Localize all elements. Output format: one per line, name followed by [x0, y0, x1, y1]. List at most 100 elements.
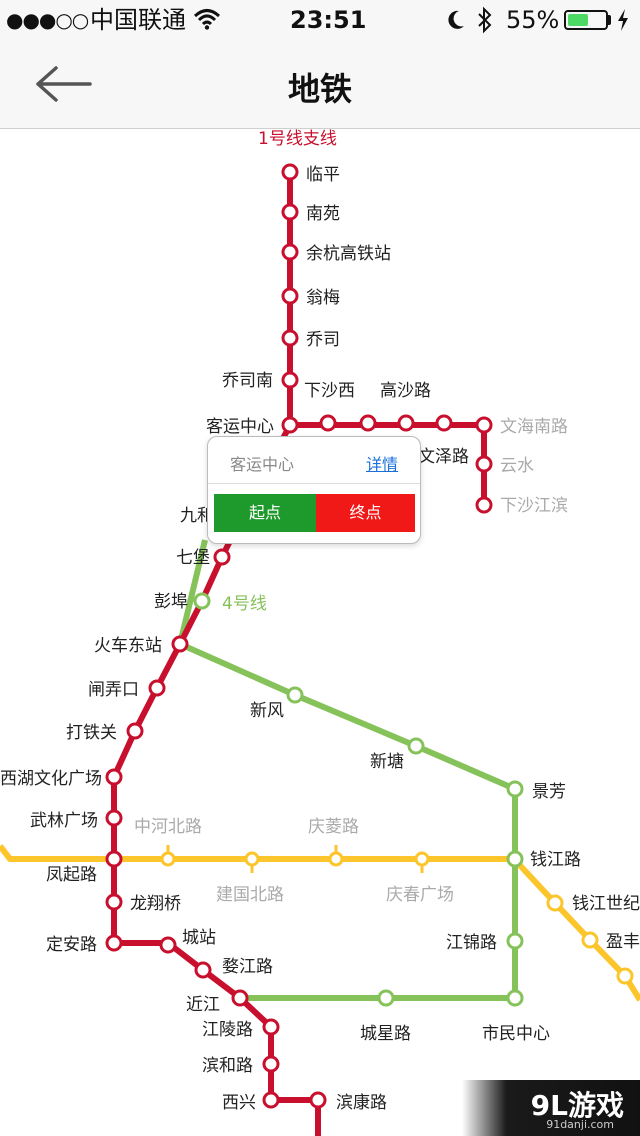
station-marker-dinganlu[interactable]: [105, 934, 123, 952]
station-marker-zhonghe-north[interactable]: [160, 845, 176, 867]
station-marker-gaosha[interactable]: [397, 414, 415, 432]
station-label-jiangjinlu: 江锦路: [446, 933, 497, 953]
watermark: 9L游戏 91danji.com: [462, 1080, 640, 1136]
station-label-qianjianglu: 钱江路: [530, 850, 581, 870]
station-label-binhelu: 滨和路: [202, 1056, 253, 1076]
popup-station-name: 客运中心: [230, 455, 295, 474]
popup-divider: [208, 483, 420, 484]
station-marker-qibao[interactable]: [213, 548, 231, 566]
station-marker-qiaosi[interactable]: [281, 329, 299, 347]
station-popup: 客运中心 详情 起点 终点: [207, 436, 421, 544]
station-marker-xiasha-west[interactable]: [319, 414, 337, 432]
station-marker-pengbu[interactable]: [193, 592, 211, 610]
station-marker-zhanongkou[interactable]: [148, 679, 166, 697]
station-marker-qiaosi-south[interactable]: [281, 371, 299, 389]
station-marker-wenze[interactable]: [435, 414, 453, 432]
station-label-wujianglu: 婺江路: [222, 957, 273, 977]
station-label-binkanglu: 滨康路: [336, 1093, 387, 1113]
station-label-fengqi: 凤起路: [46, 865, 97, 885]
station-label-qiaosi-south: 乔司南: [222, 371, 273, 391]
station-label-qingchun-square: 庆春广场: [386, 885, 454, 905]
station-label-wengmei: 翁梅: [306, 288, 340, 308]
station-marker-line2-edge[interactable]: [616, 967, 634, 985]
station-marker-qinglingjie[interactable]: [328, 845, 344, 867]
nav-bar: 地铁: [0, 40, 640, 129]
station-marker-xiasha-jiangbin[interactable]: [475, 496, 493, 514]
station-marker-yingfeng[interactable]: [581, 931, 599, 949]
popup-detail-link[interactable]: 详情: [366, 451, 398, 475]
station-marker-xixing[interactable]: [262, 1091, 280, 1109]
station-label-jinjiang: 近江: [186, 995, 220, 1015]
station-marker-unnamed-1[interactable]: [359, 414, 377, 432]
station-label-zhanongkou: 闸弄口: [88, 680, 139, 700]
station-marker-wulin[interactable]: [105, 809, 123, 827]
station-label-gaosha: 高沙路: [380, 381, 431, 401]
station-marker-jingfang[interactable]: [506, 780, 524, 798]
station-label-jingfang: 景芳: [532, 782, 566, 802]
station-label-dinganlu: 定安路: [46, 935, 97, 955]
battery-percent: 55%: [506, 6, 560, 34]
clock: 23:51: [290, 6, 367, 34]
station-marker-shimin[interactable]: [506, 989, 524, 1007]
status-bar: ●●●○○ 中国联通 23:51 55%: [0, 0, 640, 40]
station-marker-xihu-wenhua[interactable]: [105, 768, 123, 786]
station-marker-chengxinglu[interactable]: [377, 989, 395, 1007]
station-label-jianglinglu: 江陵路: [202, 1020, 253, 1040]
metro-map[interactable]: 1号线支线 4号线 临平 南苑 余杭高铁站 翁梅 乔司 乔司南 客运中心 下沙西…: [0, 128, 640, 1136]
station-label-xiasha-jiangbin: 下沙江滨: [500, 496, 568, 516]
station-marker-yunshui[interactable]: [475, 455, 493, 473]
station-label-xixing: 西兴: [222, 1093, 256, 1113]
station-marker-qianjianglu[interactable]: [506, 850, 524, 868]
line-4-label: 4号线: [222, 594, 267, 614]
station-label-zhonghe-north: 中河北路: [134, 817, 202, 837]
station-label-linping: 临平: [306, 165, 340, 185]
station-label-huochedong: 火车东站: [94, 636, 162, 656]
station-label-qibao: 七堡: [176, 548, 210, 568]
station-label-yingfeng: 盈丰: [606, 932, 640, 952]
page-title: 地铁: [287, 70, 352, 108]
station-marker-wengmei[interactable]: [281, 287, 299, 305]
set-start-button[interactable]: 起点: [214, 494, 316, 532]
station-marker-wujianglu[interactable]: [194, 961, 212, 979]
charging-icon: [618, 9, 628, 31]
station-label-pengbu: 彭埠: [154, 592, 188, 612]
station-label-datieguan: 打铁关: [66, 723, 117, 743]
station-label-qianjiang-century: 钱江世纪: [572, 894, 640, 914]
station-marker-jiangjinlu[interactable]: [506, 932, 524, 950]
station-marker-qianjiang-century[interactable]: [546, 894, 564, 912]
station-marker-datieguan[interactable]: [126, 722, 144, 740]
station-marker-huochedong[interactable]: [171, 635, 189, 653]
station-marker-xinfeng[interactable]: [286, 686, 304, 704]
station-marker-qingchun-square[interactable]: [414, 851, 430, 873]
station-label-kezhan: 客运中心: [206, 417, 274, 437]
station-label-xintang: 新塘: [370, 752, 404, 772]
station-marker-linping[interactable]: [281, 163, 299, 181]
station-label-longxiangqiao: 龙翔桥: [130, 894, 181, 914]
station-marker-kezhan[interactable]: [281, 416, 299, 434]
set-end-button[interactable]: 终点: [316, 494, 415, 532]
line-1-branch-label: 1号线支线: [258, 129, 337, 149]
station-marker-fengqi[interactable]: [105, 850, 123, 868]
watermark-url: 91danji.com: [546, 1118, 614, 1131]
station-marker-binkanglu[interactable]: [309, 1091, 327, 1109]
station-marker-jianglinglu[interactable]: [262, 1018, 280, 1036]
station-label-chengzhan: 城站: [182, 928, 216, 948]
station-label-wenhai-south: 文海南路: [500, 417, 568, 437]
station-marker-nanyuan[interactable]: [281, 203, 299, 221]
station-marker-binhelu[interactable]: [262, 1055, 280, 1073]
station-marker-chengzhan[interactable]: [159, 936, 177, 954]
bluetooth-icon: [478, 6, 492, 34]
station-label-shimin: 市民中心: [482, 1024, 550, 1044]
station-label-yuhang: 余杭高铁站: [306, 244, 391, 264]
station-label-qinglingjie: 庆菱路: [308, 817, 359, 837]
station-marker-longxiangqiao[interactable]: [105, 893, 123, 911]
line-1-track: [111, 172, 487, 1136]
station-label-qiaosi: 乔司: [306, 330, 340, 350]
station-marker-xintang[interactable]: [407, 737, 425, 755]
station-marker-yuhang[interactable]: [281, 243, 299, 261]
station-marker-jinjiang[interactable]: [231, 989, 249, 1007]
station-label-nanyuan: 南苑: [306, 204, 340, 224]
station-marker-jianguo-north[interactable]: [244, 851, 260, 873]
station-marker-wenhai-south[interactable]: [475, 416, 493, 434]
wifi-icon: [194, 9, 220, 30]
